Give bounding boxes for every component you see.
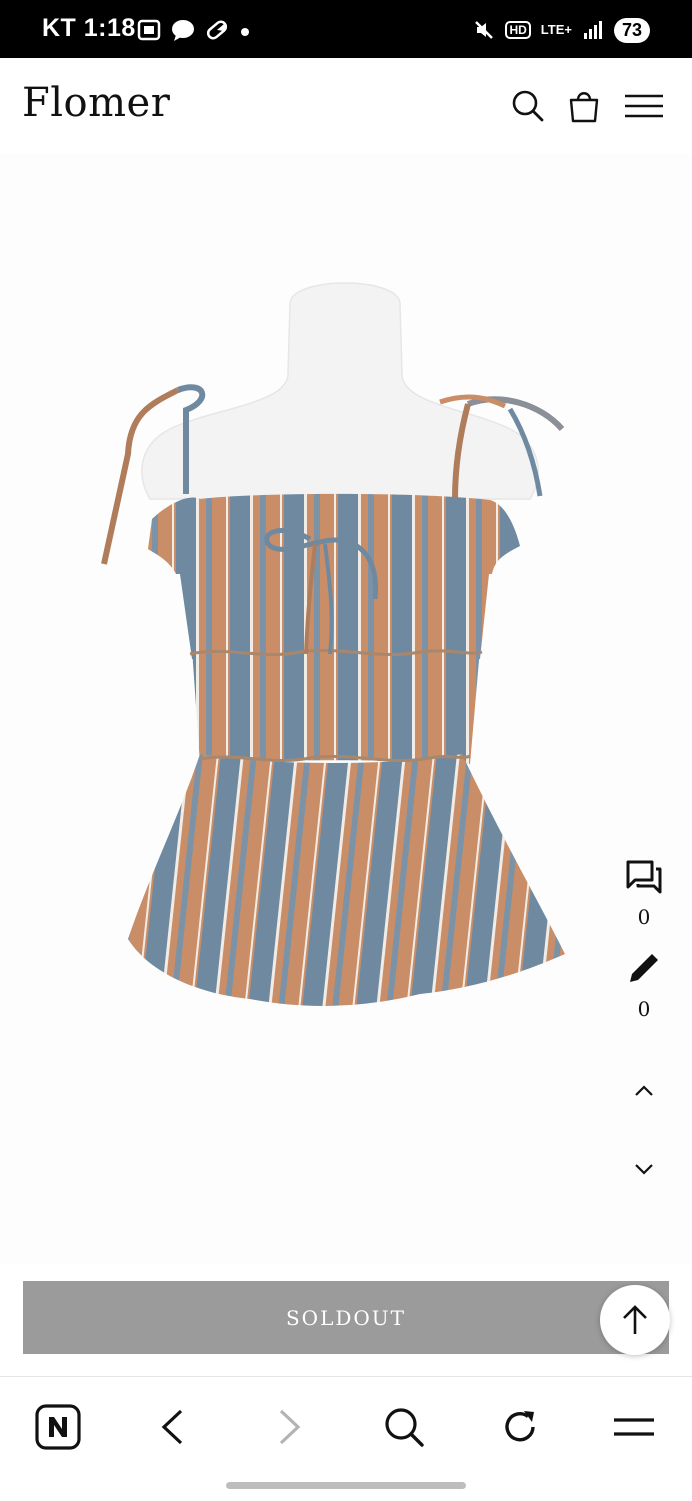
back-arrow-icon [161, 1409, 183, 1445]
chevron-up-icon [635, 1085, 653, 1096]
mute-icon [475, 21, 494, 39]
review-tool[interactable]: 0 [614, 950, 674, 1021]
product-image[interactable] [0, 154, 692, 1264]
status-icons-right: HD LTE+ 73 [473, 16, 650, 44]
hamburger-menu-icon[interactable] [622, 86, 666, 126]
dot-icon [241, 28, 249, 36]
product-image-area: 0 0 [0, 154, 692, 1264]
naver-n-icon [35, 1404, 81, 1450]
chat-bubble-icon [172, 20, 194, 41]
scroll-down-button[interactable] [614, 1162, 674, 1181]
qna-count: 0 [637, 905, 651, 929]
chat-icon [626, 860, 662, 894]
forward-button[interactable] [262, 1399, 318, 1455]
scroll-up-button[interactable] [614, 1084, 674, 1103]
site-header: Flomer [0, 58, 692, 154]
search-icon[interactable] [508, 86, 548, 126]
chevron-down-icon [635, 1164, 653, 1175]
qna-tool[interactable]: 0 [614, 860, 674, 929]
browser-menu-button[interactable] [606, 1399, 662, 1455]
hd-voice-icon: HD [505, 21, 531, 39]
search-icon [385, 1408, 424, 1447]
back-button[interactable] [144, 1399, 200, 1455]
screenshot-icon [137, 19, 161, 41]
scroll-to-top-button[interactable] [600, 1285, 670, 1355]
browser-search-button[interactable] [376, 1399, 432, 1455]
status-bar: KT 1:18 HD LTE+ 73 [0, 0, 692, 58]
brand-logo[interactable]: Flomer [22, 80, 170, 126]
naver-home-button[interactable] [30, 1399, 86, 1455]
lte-icon: LTE+ [540, 22, 572, 37]
status-time: KT 1:18 [42, 14, 136, 42]
battery-icon: 73 [613, 17, 650, 43]
signal-icon [583, 21, 602, 39]
forward-arrow-icon [279, 1409, 301, 1445]
status-icons-left [136, 16, 252, 44]
refresh-icon [505, 1411, 535, 1442]
menu-icon [614, 1418, 654, 1436]
pill-icon [206, 20, 228, 40]
home-indicator[interactable] [226, 1482, 466, 1489]
pencil-icon [630, 954, 658, 982]
review-count: 0 [637, 997, 651, 1021]
arrow-up-icon [623, 1305, 647, 1334]
soldout-button[interactable]: SOLDOUT [23, 1281, 669, 1354]
cart-bag-icon[interactable] [564, 86, 604, 126]
refresh-button[interactable] [492, 1399, 548, 1455]
